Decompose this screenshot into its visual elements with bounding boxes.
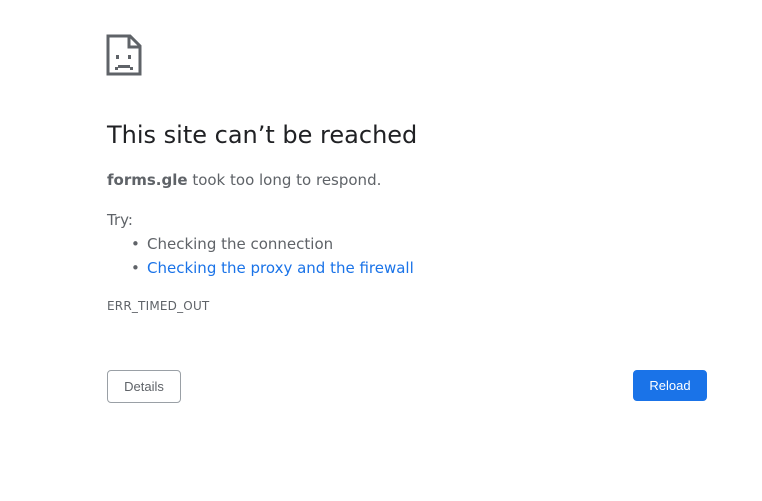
error-code: ERR_TIMED_OUT xyxy=(107,299,210,313)
sad-document-icon xyxy=(106,34,142,76)
details-button[interactable]: Details xyxy=(107,370,181,403)
error-title: This site can’t be reached xyxy=(107,121,418,149)
suggestion-check-proxy-link[interactable]: Checking the proxy and the firewall xyxy=(147,259,414,277)
error-message: took too long to respond. xyxy=(187,171,382,189)
reload-button[interactable]: Reload xyxy=(633,370,707,401)
suggestion-check-connection: Checking the connection xyxy=(147,235,334,253)
try-label: Try: xyxy=(107,211,133,229)
host-name: forms.gle xyxy=(107,171,188,189)
bullet-icon: • xyxy=(131,235,140,253)
suggestion-item: • Checking the proxy and the firewall xyxy=(107,257,414,281)
error-summary: forms.gle took too long to respond. xyxy=(107,171,381,189)
suggestion-item: • Checking the connection xyxy=(107,233,414,257)
bullet-icon: • xyxy=(131,259,140,277)
suggestion-list: • Checking the connection • Checking the… xyxy=(107,233,414,281)
